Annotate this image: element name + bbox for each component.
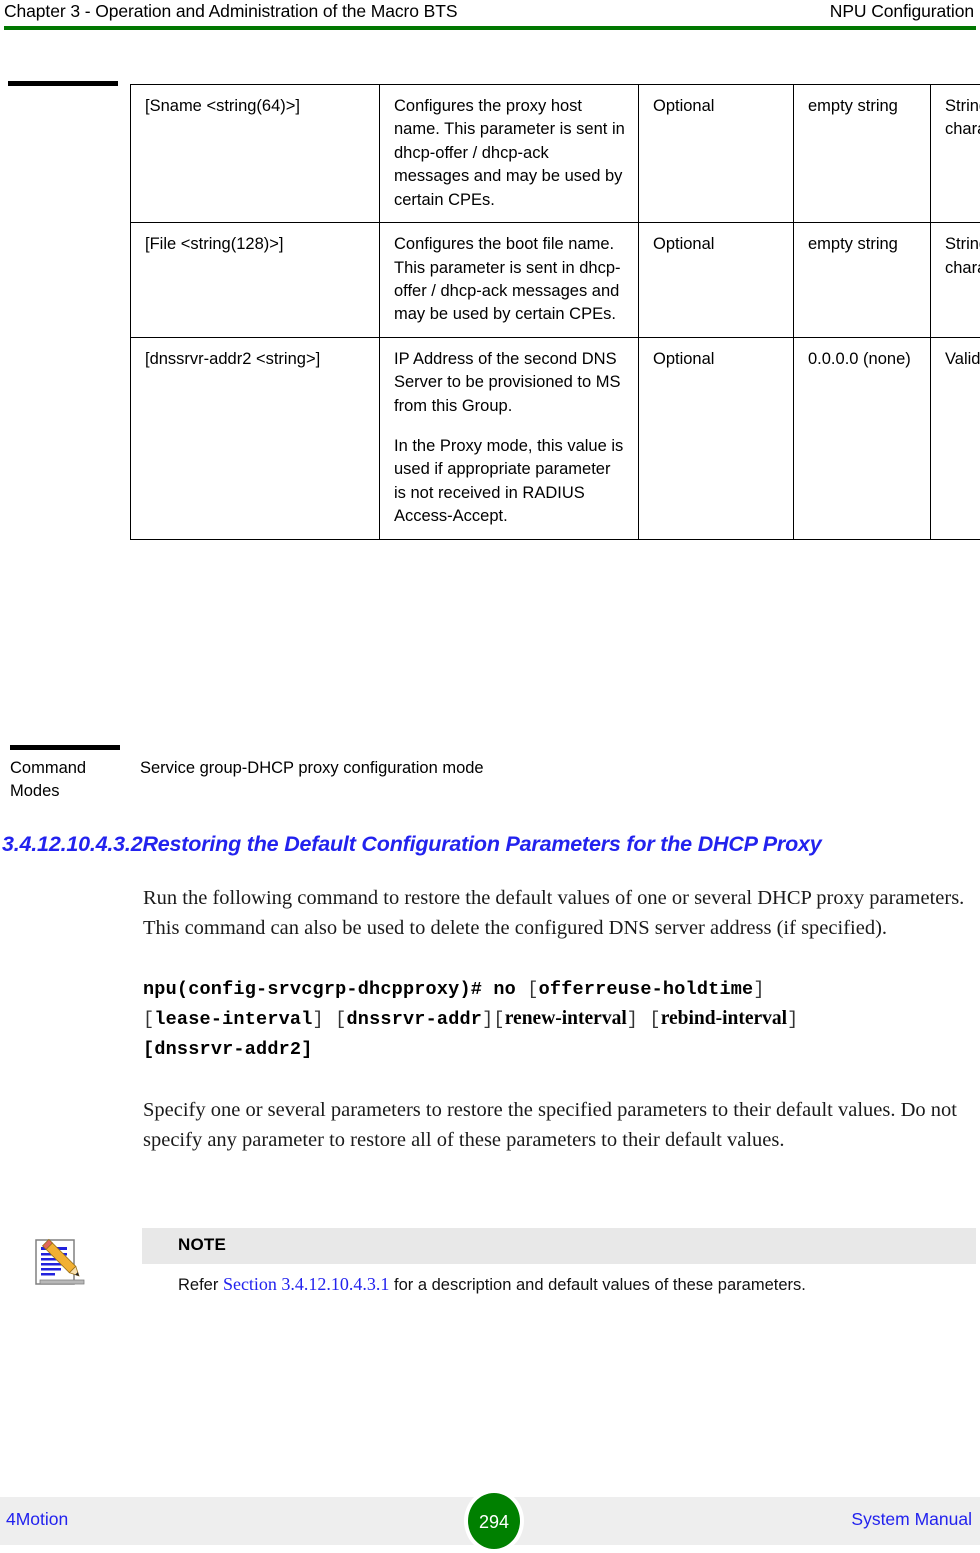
bracket-open: [ [143,1039,154,1060]
footer-manual-name: System Manual [851,1509,972,1530]
section-heading: 3.4.12.10.4.3.2Restoring the Default Con… [2,832,962,857]
table-row: [dnssrvr-addr2 <string>] IP Address of t… [131,337,980,539]
header-section-title: NPU Configuration [830,1,974,22]
cell-description: IP Address of the second DNS Server to b… [380,337,639,539]
default-value-text: empty string [808,95,918,118]
cell-presence: Optional [639,223,794,338]
description-text-2: In the Proxy mode, this value is used if… [394,435,626,529]
bracket-close: ] [301,1039,312,1060]
description-text: Configures the proxy host name. This par… [394,95,626,212]
bracket-close: ] [482,1009,493,1030]
command-token-rebind-interval: rebind-interval [661,1008,787,1029]
cell-default-value: empty string [794,223,931,338]
command-line-2: [lease-interval] [dnssrvr-addr][renew-in… [143,1004,978,1035]
bracket-open: [ [335,1009,346,1030]
command-line-3: [dnssrvr-addr2] [143,1035,978,1064]
cell-possible-values: String (up to 64 characters) [931,85,980,223]
description-text: Configures the boot file name. This para… [394,233,626,327]
cell-default-value: 0.0.0.0 (none) [794,337,931,539]
bracket-close: ] [627,1009,638,1030]
command-token-dnssrvr-addr: dnssrvr-addr [346,1009,482,1030]
bracket-open: [ [493,1009,504,1030]
command-syntax-block: npu(config-srvcgrp-dhcpproxy)# no [offer… [143,975,978,1064]
parameter-name-text: [dnssrvr-addr2 <string>] [145,348,367,371]
cell-presence: Optional [639,85,794,223]
command-token-dnssrvr-addr2: dnssrvr-addr2 [154,1039,301,1060]
possible-values-text: Valid IP address [945,348,980,371]
cell-presence: Optional [639,337,794,539]
after-command-paragraph: Specify one or several parameters to res… [143,1096,978,1156]
command-modes-value: Service group-DHCP proxy configuration m… [140,757,484,780]
command-line-1: npu(config-srvcgrp-dhcpproxy)# no [offer… [143,975,978,1004]
possible-values-text: String (up to 64 characters) [945,95,980,142]
command-verb: no [493,979,516,1000]
note-title: NOTE [178,1235,226,1255]
bracket-close: ] [787,1009,798,1030]
command-token-lease-interval: lease-interval [154,1009,312,1030]
intro-paragraph: Run the following command to restore the… [143,884,978,944]
default-value-text: empty string [808,233,918,256]
parameter-table: [Sname <string(64)>] Configures the prox… [130,84,980,540]
presence-text: Optional [653,95,781,118]
table-row: [File <string(128)>] Configures the boot… [131,223,980,338]
description-text: IP Address of the second DNS Server to b… [394,348,626,418]
note-cross-reference-link[interactable]: Section 3.4.12.10.4.3.1 [223,1274,390,1294]
possible-values-text: String (up to 128 characters) [945,233,980,280]
note-text-after: for a description and default values of … [389,1276,805,1294]
cell-parameter-name: [File <string(128)>] [131,223,380,338]
command-token-offerreuse-holdtime: offerreuse-holdtime [539,979,754,1000]
cell-default-value: empty string [794,85,931,223]
bracket-close: ] [753,979,764,1000]
parameter-name-text: [File <string(128)>] [145,233,367,256]
command-modes-rule [10,745,120,750]
command-verb-wrap: no [482,979,527,1000]
header-chapter-title: Chapter 3 - Operation and Administration… [4,1,457,22]
bracket-open: [ [527,979,538,1000]
bracket-open: [ [649,1009,660,1030]
note-text-before: Refer [178,1276,223,1294]
command-token-renew-interval: renew-interval [505,1008,627,1029]
footer-product-name: 4Motion [6,1509,68,1530]
table-row: [Sname <string(64)>] Configures the prox… [131,85,980,223]
cell-description: Configures the boot file name. This para… [380,223,639,338]
page-number: 294 [468,1512,520,1533]
note-box: NOTE Refer Section 3.4.12.10.4.3.1 for a… [34,1228,976,1308]
page-number-badge: 294 [464,1489,524,1553]
parameter-name-text: [Sname <string(64)>] [145,95,367,118]
cell-possible-values: String (up to 128 characters) [931,223,980,338]
note-header-band: NOTE [142,1228,976,1264]
presence-text: Optional [653,348,781,371]
command-prompt: npu(config-srvcgrp-dhcpproxy)# [143,979,482,1000]
table-header-continuation-bar [8,81,118,86]
cell-parameter-name: [dnssrvr-addr2 <string>] [131,337,380,539]
presence-text: Optional [653,233,781,256]
page-footer: 4Motion 294 System Manual [0,1497,980,1545]
bracket-open: [ [143,1009,154,1030]
cell-possible-values: Valid IP address [931,337,980,539]
header-divider-rule [4,26,976,30]
command-modes-label: Command Modes [10,757,130,804]
cell-parameter-name: [Sname <string(64)>] [131,85,380,223]
note-body-text: Refer Section 3.4.12.10.4.3.1 for a desc… [178,1272,978,1297]
bracket-close: ] [313,1009,324,1030]
note-pencil-icon [34,1230,92,1294]
cell-description: Configures the proxy host name. This par… [380,85,639,223]
default-value-text: 0.0.0.0 (none) [808,348,918,371]
